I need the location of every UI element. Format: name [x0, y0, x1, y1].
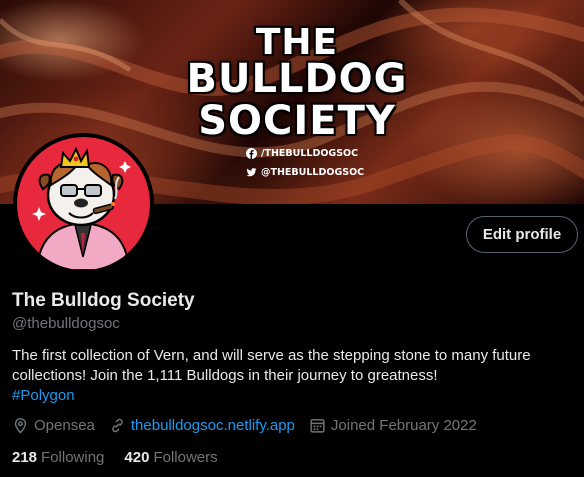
banner-twitter: @THEBULLDOGSOC: [246, 167, 364, 178]
profile-handle: @thebulldogsoc: [12, 315, 120, 332]
website-link[interactable]: thebulldogsoc.netlify.app: [131, 417, 295, 434]
banner-facebook: /THEBULLDOGSOC: [246, 148, 358, 159]
following-label: Following: [41, 449, 105, 466]
avatar[interactable]: [13, 133, 154, 274]
link-icon: [112, 418, 123, 433]
profile-bio: The first collection of Vern, and will s…: [12, 346, 577, 406]
following-link[interactable]: 218 Following: [12, 449, 104, 466]
bio-text: The first collection of Vern, and will s…: [12, 347, 531, 384]
profile-meta: Opensea thebulldogsoc.netlify.app Joined…: [12, 417, 491, 434]
followers-link[interactable]: 420 Followers: [124, 449, 217, 466]
followers-count: 420: [124, 449, 150, 466]
facebook-handle: /THEBULLDOGSOC: [261, 148, 359, 159]
joined-item: Joined February 2022: [309, 417, 477, 434]
location-icon: [14, 418, 27, 434]
location-item: Opensea: [12, 417, 95, 434]
calendar-icon: [310, 419, 325, 433]
hashtag-link[interactable]: #Polygon: [12, 386, 577, 406]
twitter-icon: [246, 168, 257, 177]
following-count: 218: [12, 449, 38, 466]
website-item[interactable]: thebulldogsoc.netlify.app: [109, 417, 295, 434]
followers-label: Followers: [153, 449, 218, 466]
edit-profile-button[interactable]: Edit profile: [466, 216, 578, 253]
bulldog-avatar-art: [32, 146, 131, 270]
avatar-image: [17, 137, 150, 270]
location-text: Opensea: [34, 417, 95, 434]
twitter-handle: @THEBULLDOGSOC: [261, 167, 365, 178]
follow-stats: 218 Following 420 Followers: [12, 449, 238, 466]
profile-name: The Bulldog Society: [12, 290, 195, 311]
joined-text: Joined February 2022: [330, 417, 477, 434]
facebook-icon: [246, 148, 257, 159]
banner-title-line2: BULLDOG: [186, 56, 408, 102]
